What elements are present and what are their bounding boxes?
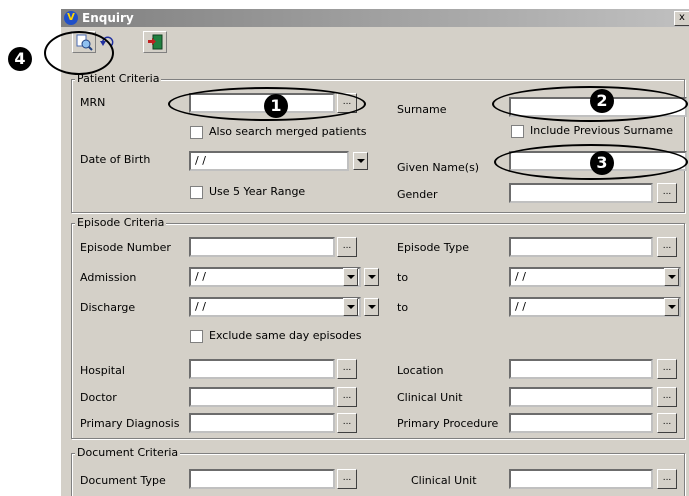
exclude-same-day-checkbox[interactable] (190, 330, 203, 343)
location-input[interactable] (509, 359, 653, 379)
title-bar: V Enquiry x (61, 9, 689, 27)
close-button[interactable]: x (674, 11, 689, 26)
admission-label: Admission (80, 271, 137, 284)
year-range-checkbox[interactable] (190, 186, 203, 199)
callout-number-1: 1 (264, 94, 288, 118)
merged-patients-label: Also search merged patients (209, 125, 367, 138)
dob-input[interactable]: / / (189, 151, 349, 171)
admission-to-label: to (397, 271, 409, 284)
hospital-lookup-button[interactable]: ... (337, 359, 357, 379)
episode-number-label: Episode Number (80, 241, 171, 254)
document-type-lookup-button[interactable]: ... (337, 469, 357, 489)
admission-to-input[interactable]: / / (509, 267, 681, 287)
callout-number-3: 3 (590, 151, 614, 175)
primary-diagnosis-input[interactable] (189, 413, 335, 433)
primary-diagnosis-lookup-button[interactable]: ... (337, 413, 357, 433)
primary-procedure-lookup-button[interactable]: ... (657, 413, 677, 433)
document-clinical-unit-input[interactable] (509, 469, 653, 489)
discharge-to-input[interactable]: / / (509, 297, 681, 317)
admission-from-dropdown[interactable] (343, 268, 358, 286)
document-type-input[interactable] (189, 469, 335, 489)
callout-number-4: 4 (8, 47, 32, 71)
year-range-label: Use 5 Year Range (209, 185, 306, 198)
discharge-calendar-button[interactable] (364, 298, 379, 316)
document-clinical-unit-label: Clinical Unit (411, 474, 477, 487)
gender-lookup-button[interactable]: ... (657, 183, 677, 203)
primary-procedure-input[interactable] (509, 413, 653, 433)
exclude-same-day-label: Exclude same day episodes (209, 329, 362, 342)
primary-procedure-label: Primary Procedure (397, 417, 499, 430)
location-lookup-button[interactable]: ... (657, 359, 677, 379)
app-icon: V (64, 11, 78, 25)
discharge-label: Discharge (80, 301, 136, 314)
document-criteria-legend: Document Criteria (75, 446, 181, 459)
clinical-unit-input[interactable] (509, 387, 653, 407)
exit-icon (148, 34, 163, 50)
previous-surname-checkbox[interactable] (511, 125, 524, 138)
given-names-label: Given Name(s) (397, 161, 480, 174)
doctor-input[interactable] (189, 387, 335, 407)
doctor-lookup-button[interactable]: ... (337, 387, 357, 407)
window-title: Enquiry (82, 11, 134, 25)
episode-type-input[interactable] (509, 237, 653, 257)
dob-dropdown-button[interactable] (353, 152, 368, 170)
admission-to-dropdown[interactable] (664, 268, 679, 286)
doctor-label: Doctor (80, 391, 117, 404)
surname-label: Surname (397, 103, 447, 116)
callout-oval-toolbar (44, 31, 114, 75)
mrn-label: MRN (80, 96, 106, 109)
discharge-to-label: to (397, 301, 409, 314)
callout-number-2: 2 (590, 89, 614, 113)
admission-from-input[interactable]: / / (189, 267, 361, 287)
discharge-from-input[interactable]: / / (189, 297, 361, 317)
document-clinical-unit-lookup-button[interactable]: ... (657, 469, 677, 489)
dob-label: Date of Birth (80, 153, 151, 166)
gender-input[interactable] (509, 183, 653, 203)
primary-diagnosis-label: Primary Diagnosis (80, 417, 180, 430)
discharge-from-dropdown[interactable] (343, 298, 358, 316)
previous-surname-label: Include Previous Surname (530, 124, 673, 137)
merged-patients-checkbox[interactable] (190, 126, 203, 139)
document-type-label: Document Type (80, 474, 166, 487)
enquiry-window: V Enquiry x Patient Criteria MRN ... Als… (60, 8, 689, 496)
exit-button[interactable] (143, 31, 167, 53)
gender-label: Gender (397, 188, 438, 201)
episode-criteria-legend: Episode Criteria (75, 216, 167, 229)
hospital-input[interactable] (189, 359, 335, 379)
episode-type-label: Episode Type (397, 241, 469, 254)
episode-type-lookup-button[interactable]: ... (657, 237, 677, 257)
location-label: Location (397, 364, 444, 377)
episode-number-lookup-button[interactable]: ... (337, 237, 357, 257)
hospital-label: Hospital (80, 364, 125, 377)
admission-calendar-button[interactable] (364, 268, 379, 286)
episode-number-input[interactable] (189, 237, 335, 257)
clinical-unit-lookup-button[interactable]: ... (657, 387, 677, 407)
discharge-to-dropdown[interactable] (664, 298, 679, 316)
clinical-unit-label: Clinical Unit (397, 391, 463, 404)
